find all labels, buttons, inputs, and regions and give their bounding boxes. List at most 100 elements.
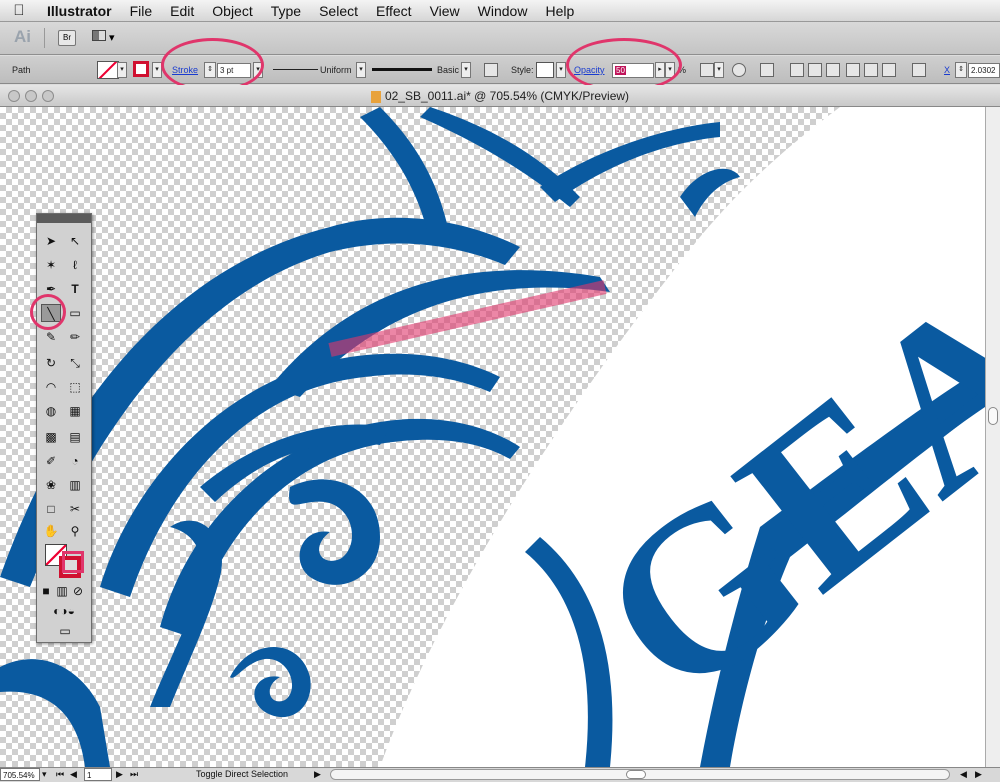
align-center-icon[interactable] [808,63,822,77]
artboard-tool-icon[interactable]: □ [41,500,61,518]
tools-panel-header[interactable] [37,214,91,223]
hand-tool-icon[interactable]: ✋ [41,522,61,540]
tools-panel: ➤ ↖ ✶ ℓ ✒ T ╲ ▭ ✎ ✏ ↻ ⤡ ◠ ⬚ ◍ ▦ ▩ ▤ ✐ ◔ … [36,213,92,643]
type-tool-icon[interactable]: T [65,280,85,298]
selection-type-label: Path [12,65,31,75]
bridge-button[interactable]: Br [58,30,76,46]
profile-label: Uniform [320,65,352,75]
recolor-dropdown[interactable]: ▾ [714,62,724,78]
x-position-link[interactable]: X [944,65,950,75]
scale-tool-icon[interactable]: ⤡ [65,354,85,372]
menu-object[interactable]: Object [203,3,261,19]
vertical-scrollbar[interactable] [985,107,1000,767]
align-left-icon[interactable] [790,63,804,77]
menu-effect[interactable]: Effect [367,3,421,19]
stroke-highlight-circle [161,38,264,92]
profile-preview [273,69,318,70]
align-bottom-icon[interactable] [882,63,896,77]
none-mode-icon[interactable]: ⊘ [71,582,85,600]
menu-window[interactable]: Window [469,3,537,19]
style-dropdown[interactable]: ▾ [556,62,566,78]
align-top-icon[interactable] [846,63,860,77]
minimize-window-button[interactable] [25,90,37,102]
align-to-icon[interactable] [760,63,774,77]
zoom-level-field[interactable]: 705.54% [0,768,40,781]
brush-label: Basic [437,65,460,75]
arrange-documents-icon [92,30,106,41]
document-title-bar: 02_SB_0011.ai* @ 705.54% (CMYK/Preview) [0,85,1000,107]
transform-icon[interactable] [912,63,926,77]
vertical-scroll-thumb[interactable] [988,407,998,425]
artboard-canvas[interactable]: GEA [0,107,985,767]
symbol-sprayer-tool-icon[interactable]: ❀ [41,476,61,494]
graphic-styles-icon[interactable] [484,63,498,77]
isolate-object-icon[interactable] [732,63,746,77]
scroll-left-icon[interactable]: ◀ [960,769,967,780]
close-window-button[interactable] [8,90,20,102]
stroke-box-highlight-frame [62,551,84,573]
next-artboard-icon[interactable]: ▶ [116,769,123,780]
menu-file[interactable]: File [121,3,162,19]
menu-select[interactable]: Select [310,3,367,19]
opacity-highlight-circle [566,38,682,92]
style-swatch[interactable] [536,62,554,78]
eyedropper-tool-icon[interactable]: ✐ [41,452,61,470]
perspective-grid-tool-icon[interactable]: ▦ [65,402,85,420]
arrange-documents-button[interactable]: ▾ [92,30,118,46]
zoom-tool-icon[interactable]: ⚲ [65,522,85,540]
divider [44,28,45,48]
stroke-swatch[interactable] [133,61,149,77]
magic-wand-tool-icon[interactable]: ✶ [41,256,61,274]
selection-tool-icon[interactable]: ➤ [41,232,61,250]
screen-mode-icon[interactable]: ▭ [51,622,79,640]
slice-tool-icon[interactable]: ✂ [65,500,85,518]
menu-edit[interactable]: Edit [161,3,203,19]
column-graph-tool-icon[interactable]: ▥ [65,476,85,494]
fill-dropdown[interactable]: ▾ [117,62,127,78]
brush-dropdown[interactable]: ▾ [461,62,471,78]
rotate-tool-icon[interactable]: ↻ [41,354,61,372]
menu-help[interactable]: Help [536,3,583,19]
align-middle-icon[interactable] [864,63,878,77]
mesh-tool-icon[interactable]: ▩ [41,428,61,446]
scroll-curl [0,659,110,767]
direct-selection-tool-icon[interactable]: ↖ [65,232,85,250]
blend-tool-icon[interactable]: ◔ [65,452,85,470]
zoom-dropdown-icon[interactable]: ▾ [42,769,47,780]
color-mode-icon[interactable]: ■ [39,582,53,600]
document-title: 02_SB_0011.ai* @ 705.54% (CMYK/Preview) [384,89,630,103]
x-stepper[interactable]: ⇕ [955,62,967,78]
shape-builder-tool-icon[interactable]: ◍ [41,402,61,420]
paintbrush-tool-icon[interactable]: ✎ [41,328,61,346]
profile-dropdown[interactable]: ▾ [356,62,366,78]
drawing-modes-icon[interactable]: ◐◑◒ [41,602,87,620]
warp-tool-icon[interactable]: ◠ [41,378,61,396]
menu-app-name[interactable]: Illustrator [38,3,121,19]
lasso-tool-icon[interactable]: ℓ [65,256,85,274]
control-bar: Path ▾ ▾ Stroke ⇕ 3 pt ▾ Uniform ▾ Basic… [0,38,1000,92]
first-artboard-icon[interactable]: ⏮ [56,769,64,780]
previous-artboard-icon[interactable]: ◀ [70,769,77,780]
gradient-tool-icon[interactable]: ▤ [65,428,85,446]
zoom-window-button[interactable] [42,90,54,102]
gradient-mode-icon[interactable]: ▥ [55,582,69,600]
horizontal-scroll-thumb[interactable] [626,770,646,779]
rectangle-tool-icon[interactable]: ▭ [65,304,85,322]
menu-view[interactable]: View [421,3,469,19]
fill-swatch[interactable] [97,61,119,79]
free-transform-tool-icon[interactable]: ⬚ [65,378,85,396]
status-menu-arrow-icon[interactable]: ▶ [314,769,321,780]
last-artboard-icon[interactable]: ⏭ [130,769,138,780]
x-position-field[interactable]: 2.0302 [968,63,1000,78]
align-right-icon[interactable] [826,63,840,77]
horizontal-scrollbar[interactable] [330,769,950,780]
menu-bar:  Illustrator File Edit Object Type Sele… [0,0,1000,22]
scroll-curl [289,479,380,585]
menu-type[interactable]: Type [262,3,310,19]
recolor-artwork-icon[interactable] [700,63,714,77]
brush-preview [372,68,432,71]
scroll-right-icon[interactable]: ▶ [975,769,982,780]
apple-icon[interactable]:  [0,2,38,19]
pencil-tool-icon[interactable]: ✏ [65,328,85,346]
artboard-number-field[interactable]: 1 [84,768,112,781]
